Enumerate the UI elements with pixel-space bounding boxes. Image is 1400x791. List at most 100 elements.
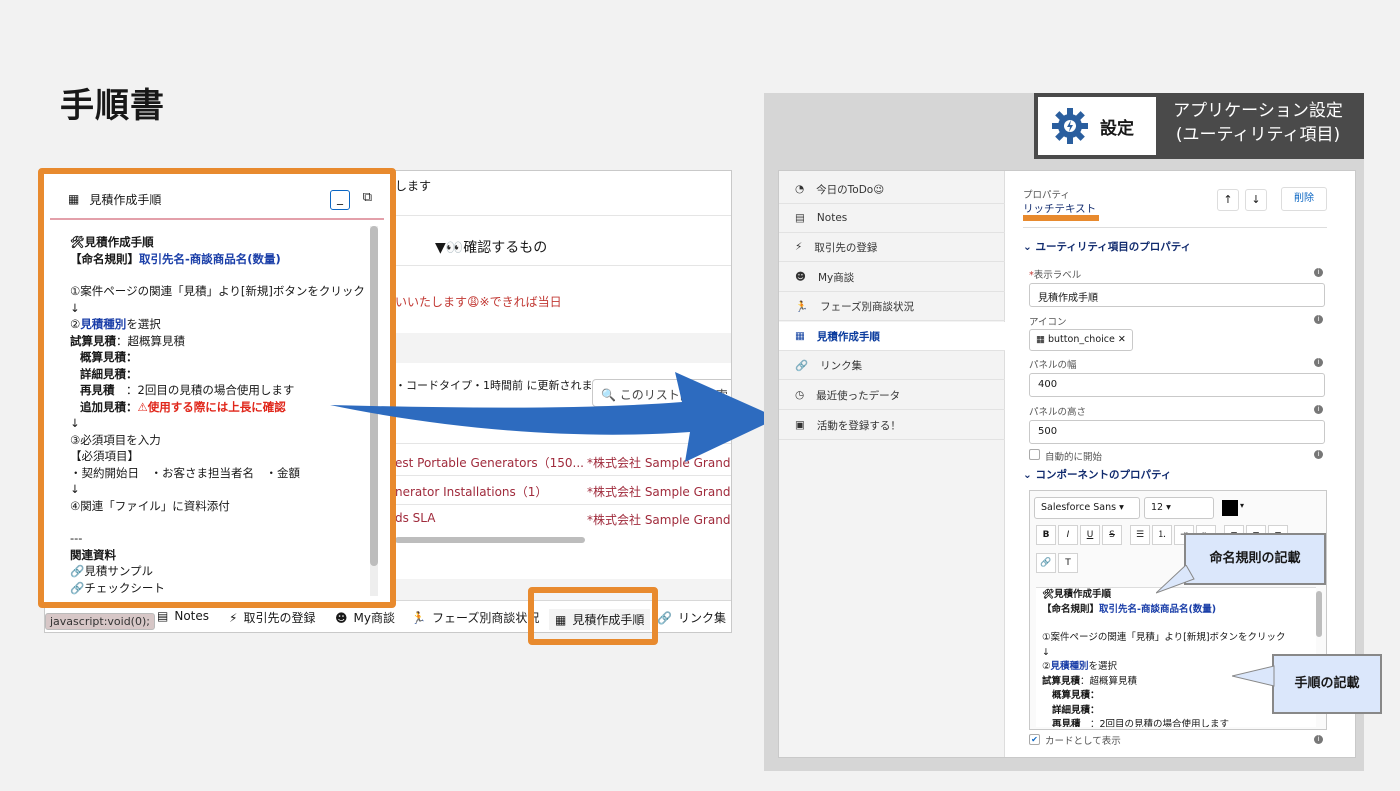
panel-rich-text: 🛠見積作成手順 【命名規則】取引先名-商談商品名(数量) ①案件ページの関連「見… [70,234,370,596]
callout-pointer [1156,565,1195,594]
icon-pill[interactable]: ▦ button_choice ✕ [1029,329,1133,351]
header-snippet: します [395,179,432,193]
delete-button[interactable]: 削除 [1281,187,1327,211]
badge-line-2: (ユーティリティ項目) [1175,125,1341,145]
size-select[interactable]: 12 ▾ [1144,497,1214,519]
record-link[interactable]: ds SLA [395,511,435,525]
utility-item-links[interactable]: 🔗 リンク集 [657,609,726,626]
smile-icon: ☻ [335,610,348,625]
smile-icon: ☻ [795,271,806,283]
move-up-button[interactable]: ↑ [1217,189,1239,211]
panel-header: ▦ 見積作成手順 _ ⧉ [50,180,384,220]
nav-item-todo[interactable]: ◔ 今日のToDo😉 [779,175,1005,204]
sample-link[interactable]: 🔗見積サンプル [70,563,370,580]
gear-icon [1052,108,1088,144]
status-url: javascript:void(0); [45,613,155,630]
nav-item-quote-steps[interactable]: ▦ 見積作成手順 [779,322,1005,351]
show-as-card-label: カードとして表示 [1045,736,1121,747]
popout-icon[interactable]: ⧉ [363,190,372,205]
info-icon[interactable]: i [1314,268,1323,277]
settings-badge: 設定 アプリケーション設定 (ユーティリティ項目) [1034,93,1364,159]
utility-props-section[interactable]: ⌄ ユーティリティ項目のプロパティ [1023,239,1191,254]
orange-underline [1023,215,1099,221]
auto-start-label: 自動的に開始 [1045,452,1103,463]
auto-start-checkbox[interactable] [1029,449,1040,460]
nav-item-phase[interactable]: 🏃 フェーズ別商談状況 [779,292,1005,321]
callout-naming: 命名規則の記載 [1184,533,1326,585]
highlight-frame [528,587,658,645]
bolt-icon: ⚡ [229,610,238,625]
horizontal-scrollbar[interactable] [395,537,585,543]
confirm-heading: ▼👀確認するもの [435,240,548,256]
notes-icon: ▤ [157,609,169,623]
nav-item-links[interactable]: 🔗 リンク集 [779,351,1005,380]
choice-icon: ▦ [1036,334,1048,345]
settings-label: 設定 [1100,118,1134,139]
editor-scrollbar[interactable] [1316,591,1322,637]
todo-icon: ◔ [795,183,805,195]
panel-title: 見積作成手順 [89,192,162,207]
notice-text: いいたします😩※できれば当日 [395,295,562,309]
utility-item-account[interactable]: ⚡ 取引先の登録 [229,609,315,626]
nav-item-recent[interactable]: ◷ 最近使ったデータ [779,381,1005,410]
info-icon[interactable]: i [1314,358,1323,367]
choice-icon: ▦ [795,330,805,342]
notes-icon: ▤ [795,212,805,224]
transition-arrow [330,372,778,462]
remove-icon[interactable]: ✕ [1115,334,1126,345]
info-icon[interactable]: i [1314,405,1323,414]
page-title: 手順書 [60,86,165,126]
color-picker[interactable] [1222,500,1238,516]
checksheet-link[interactable]: 🔗チェックシート [70,580,370,597]
property-label: プロパティ [1023,190,1070,201]
display-label-input[interactable]: 見積作成手順 [1029,283,1325,307]
badge-line-1: アプリケーション設定 [1173,101,1343,121]
italic-button[interactable]: I [1058,525,1078,545]
nav-item-account[interactable]: ⚡ 取引先の登録 [779,233,1005,262]
run-icon: 🏃 [411,610,426,625]
property-type: リッチテキスト [1023,203,1097,215]
component-props-section[interactable]: ⌄ コンポーネントのプロパティ [1023,467,1171,482]
icon-label: アイコン [1029,317,1067,328]
font-select[interactable]: Salesforce Sans ▾ [1034,497,1140,519]
account-link[interactable]: *株式会社 Sample Grand Hot [587,483,731,500]
nav-item-notes[interactable]: ▤ Notes [779,204,1005,233]
choice-icon: ▦ [68,192,80,206]
bolt-icon: ⚡ [795,241,803,253]
account-link[interactable]: *株式会社 Sample Grand Hot [587,511,731,528]
link-icon[interactable]: 🔗 [1036,553,1056,573]
number-list-button[interactable]: ⒈ [1152,525,1172,545]
panel-height-label: パネルの高さ [1029,407,1087,418]
chevron-down-icon: ⌄ [1023,469,1036,481]
utility-item-list: ◔ 今日のToDo😉 ▤ Notes ⚡ 取引先の登録 ☻ My商談 🏃 フェーズ別商談状… [779,171,1005,757]
record-link[interactable]: nerator Installations（1） [395,483,547,500]
nav-item-my-deals[interactable]: ☻ My商談 [779,263,1005,292]
link-icon: 🔗 [657,610,672,625]
display-label-label: *表示ラベル [1029,270,1082,281]
callout-pointer [1232,665,1275,687]
chevron-down-icon: ⌄ [1023,241,1036,253]
show-as-card-checkbox[interactable]: ✔ [1029,734,1040,745]
clear-format-button[interactable]: T [1058,553,1078,573]
info-icon[interactable]: i [1314,450,1323,459]
run-icon: 🏃 [795,300,809,313]
underline-button[interactable]: U [1080,525,1100,545]
panel-width-input[interactable]: 400 [1029,373,1325,397]
link-icon: 🔗 [795,359,809,372]
utility-item-my-deals[interactable]: ☻ My商談 [335,609,395,626]
bold-button[interactable]: B [1036,525,1056,545]
nav-item-activity[interactable]: ▣ 活動を登録する！ [779,411,1005,440]
minimize-button[interactable]: _ [330,190,350,210]
strike-button[interactable]: S [1102,525,1122,545]
clock-icon: ◷ [795,389,805,401]
utility-item-phase[interactable]: 🏃 フェーズ別商談状況 [411,609,539,626]
bullet-list-button[interactable]: ☰ [1130,525,1150,545]
callout-steps: 手順の記載 [1272,654,1382,714]
clipboard-icon: ▣ [795,419,805,431]
info-icon[interactable]: i [1314,735,1323,744]
chevron-down-icon[interactable]: ▾ [1240,501,1244,510]
info-icon[interactable]: i [1314,315,1323,324]
move-down-button[interactable]: ↓ [1245,189,1267,211]
panel-height-input[interactable]: 500 [1029,420,1325,444]
utility-item-notes[interactable]: ▤ Notes [157,609,209,623]
